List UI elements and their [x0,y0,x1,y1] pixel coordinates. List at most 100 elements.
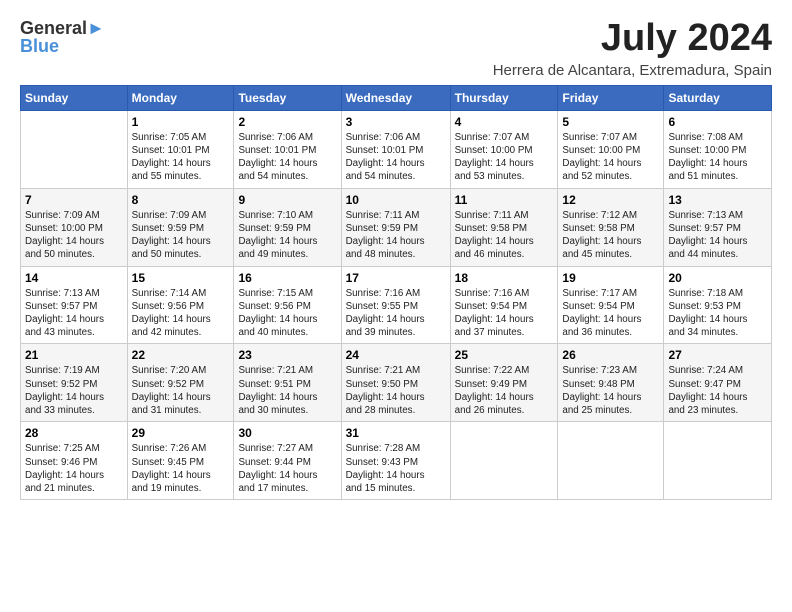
day-number: 15 [132,271,230,285]
day-number: 12 [562,193,659,207]
day-cell: 31Sunrise: 7:28 AMSunset: 9:43 PMDayligh… [341,422,450,500]
day-number: 17 [346,271,446,285]
page: General► Blue July 2024 Herrera de Alcan… [0,0,792,510]
day-info: Sunrise: 7:14 AMSunset: 9:56 PMDaylight:… [132,287,230,340]
day-number: 9 [238,193,336,207]
day-info: Sunrise: 7:13 AMSunset: 9:57 PMDaylight:… [668,209,767,262]
logo-text-block: General► Blue [20,18,105,56]
day-number: 1 [132,115,230,129]
calendar-body: 1 Sunrise: 7:05 AMSunset: 10:01 PMDayligh… [21,110,772,499]
day-info: Sunrise: 7:07 AMSunset: 10:00 PMDaylight… [562,131,659,184]
header-cell-saturday: Saturday [664,85,772,110]
day-number: 3 [346,115,446,129]
day-cell: 19 Sunrise: 7:17 AMSunset: 9:54 PMDayligh… [558,266,664,344]
day-number: 11 [455,193,554,207]
day-info: Sunrise: 7:21 AMSunset: 9:50 PMDaylight:… [346,364,446,417]
day-cell: 17Sunrise: 7:16 AMSunset: 9:55 PMDayligh… [341,266,450,344]
day-cell [21,110,128,188]
day-cell [450,422,558,500]
day-cell: 3 Sunrise: 7:06 AMSunset: 10:01 PMDayligh… [341,110,450,188]
title-block: July 2024 Herrera de Alcantara, Extremad… [493,18,772,79]
day-info: Sunrise: 7:25 AMSunset: 9:46 PMDaylight:… [25,442,123,495]
day-number: 5 [562,115,659,129]
day-info: Sunrise: 7:15 AMSunset: 9:56 PMDaylight:… [238,287,336,340]
day-cell: 4 Sunrise: 7:07 AMSunset: 10:00 PMDayligh… [450,110,558,188]
day-number: 27 [668,348,767,362]
day-info: Sunrise: 7:19 AMSunset: 9:52 PMDaylight:… [25,364,123,417]
day-cell: 5 Sunrise: 7:07 AMSunset: 10:00 PMDayligh… [558,110,664,188]
day-cell: 6 Sunrise: 7:08 AMSunset: 10:00 PMDayligh… [664,110,772,188]
day-number: 7 [25,193,123,207]
calendar-header: SundayMondayTuesdayWednesdayThursdayFrid… [21,85,772,110]
day-cell: 24 Sunrise: 7:21 AMSunset: 9:50 PMDayligh… [341,344,450,422]
day-number: 14 [25,271,123,285]
logo-blue: Blue [20,37,105,57]
day-number: 20 [668,271,767,285]
week-row-1: 1 Sunrise: 7:05 AMSunset: 10:01 PMDayligh… [21,110,772,188]
day-info: Sunrise: 7:05 AMSunset: 10:01 PMDaylight… [132,131,230,184]
day-cell: 9Sunrise: 7:10 AMSunset: 9:59 PMDaylight… [234,188,341,266]
month-title: July 2024 [493,18,772,60]
day-cell: 29Sunrise: 7:26 AMSunset: 9:45 PMDayligh… [127,422,234,500]
day-cell: 1 Sunrise: 7:05 AMSunset: 10:01 PMDayligh… [127,110,234,188]
day-cell: 2Sunrise: 7:06 AMSunset: 10:01 PMDayligh… [234,110,341,188]
day-number: 22 [132,348,230,362]
day-number: 23 [238,348,336,362]
day-info: Sunrise: 7:24 AMSunset: 9:47 PMDaylight:… [668,364,767,417]
day-info: Sunrise: 7:07 AMSunset: 10:00 PMDaylight… [455,131,554,184]
day-info: Sunrise: 7:17 AMSunset: 9:54 PMDaylight:… [562,287,659,340]
day-cell: 22 Sunrise: 7:20 AMSunset: 9:52 PMDayligh… [127,344,234,422]
day-cell: 10 Sunrise: 7:11 AMSunset: 9:59 PMDayligh… [341,188,450,266]
week-row-4: 21Sunrise: 7:19 AMSunset: 9:52 PMDayligh… [21,344,772,422]
logo: General► Blue [20,18,105,56]
day-info: Sunrise: 7:28 AMSunset: 9:43 PMDaylight:… [346,442,446,495]
day-cell [664,422,772,500]
location-subtitle: Herrera de Alcantara, Extremadura, Spain [493,62,772,79]
header-cell-wednesday: Wednesday [341,85,450,110]
day-number: 10 [346,193,446,207]
day-cell: 30 Sunrise: 7:27 AMSunset: 9:44 PMDayligh… [234,422,341,500]
day-info: Sunrise: 7:09 AMSunset: 10:00 PMDaylight… [25,209,123,262]
day-number: 6 [668,115,767,129]
day-cell: 15 Sunrise: 7:14 AMSunset: 9:56 PMDayligh… [127,266,234,344]
header: General► Blue July 2024 Herrera de Alcan… [20,18,772,79]
day-cell: 25Sunrise: 7:22 AMSunset: 9:49 PMDayligh… [450,344,558,422]
day-info: Sunrise: 7:06 AMSunset: 10:01 PMDaylight… [346,131,446,184]
day-number: 2 [238,115,336,129]
day-number: 19 [562,271,659,285]
day-cell: 21Sunrise: 7:19 AMSunset: 9:52 PMDayligh… [21,344,128,422]
day-cell: 8Sunrise: 7:09 AMSunset: 9:59 PMDaylight… [127,188,234,266]
day-number: 18 [455,271,554,285]
header-cell-friday: Friday [558,85,664,110]
day-number: 24 [346,348,446,362]
day-info: Sunrise: 7:27 AMSunset: 9:44 PMDaylight:… [238,442,336,495]
day-info: Sunrise: 7:08 AMSunset: 10:00 PMDaylight… [668,131,767,184]
day-number: 29 [132,426,230,440]
day-info: Sunrise: 7:18 AMSunset: 9:53 PMDaylight:… [668,287,767,340]
day-cell: 12 Sunrise: 7:12 AMSunset: 9:58 PMDayligh… [558,188,664,266]
week-row-2: 7 Sunrise: 7:09 AMSunset: 10:00 PMDayligh… [21,188,772,266]
week-row-5: 28 Sunrise: 7:25 AMSunset: 9:46 PMDayligh… [21,422,772,500]
day-number: 4 [455,115,554,129]
day-number: 26 [562,348,659,362]
day-info: Sunrise: 7:20 AMSunset: 9:52 PMDaylight:… [132,364,230,417]
header-cell-tuesday: Tuesday [234,85,341,110]
day-number: 16 [238,271,336,285]
day-cell: 27 Sunrise: 7:24 AMSunset: 9:47 PMDayligh… [664,344,772,422]
day-info: Sunrise: 7:21 AMSunset: 9:51 PMDaylight:… [238,364,336,417]
day-info: Sunrise: 7:09 AMSunset: 9:59 PMDaylight:… [132,209,230,262]
day-number: 30 [238,426,336,440]
header-cell-thursday: Thursday [450,85,558,110]
day-cell: 14Sunrise: 7:13 AMSunset: 9:57 PMDayligh… [21,266,128,344]
day-cell: 23 Sunrise: 7:21 AMSunset: 9:51 PMDayligh… [234,344,341,422]
day-cell [558,422,664,500]
day-number: 25 [455,348,554,362]
day-info: Sunrise: 7:16 AMSunset: 9:54 PMDaylight:… [455,287,554,340]
day-number: 28 [25,426,123,440]
header-cell-sunday: Sunday [21,85,128,110]
day-cell: 11Sunrise: 7:11 AMSunset: 9:58 PMDayligh… [450,188,558,266]
calendar-table: SundayMondayTuesdayWednesdayThursdayFrid… [20,85,772,500]
day-info: Sunrise: 7:12 AMSunset: 9:58 PMDaylight:… [562,209,659,262]
day-info: Sunrise: 7:23 AMSunset: 9:48 PMDaylight:… [562,364,659,417]
day-info: Sunrise: 7:11 AMSunset: 9:59 PMDaylight:… [346,209,446,262]
